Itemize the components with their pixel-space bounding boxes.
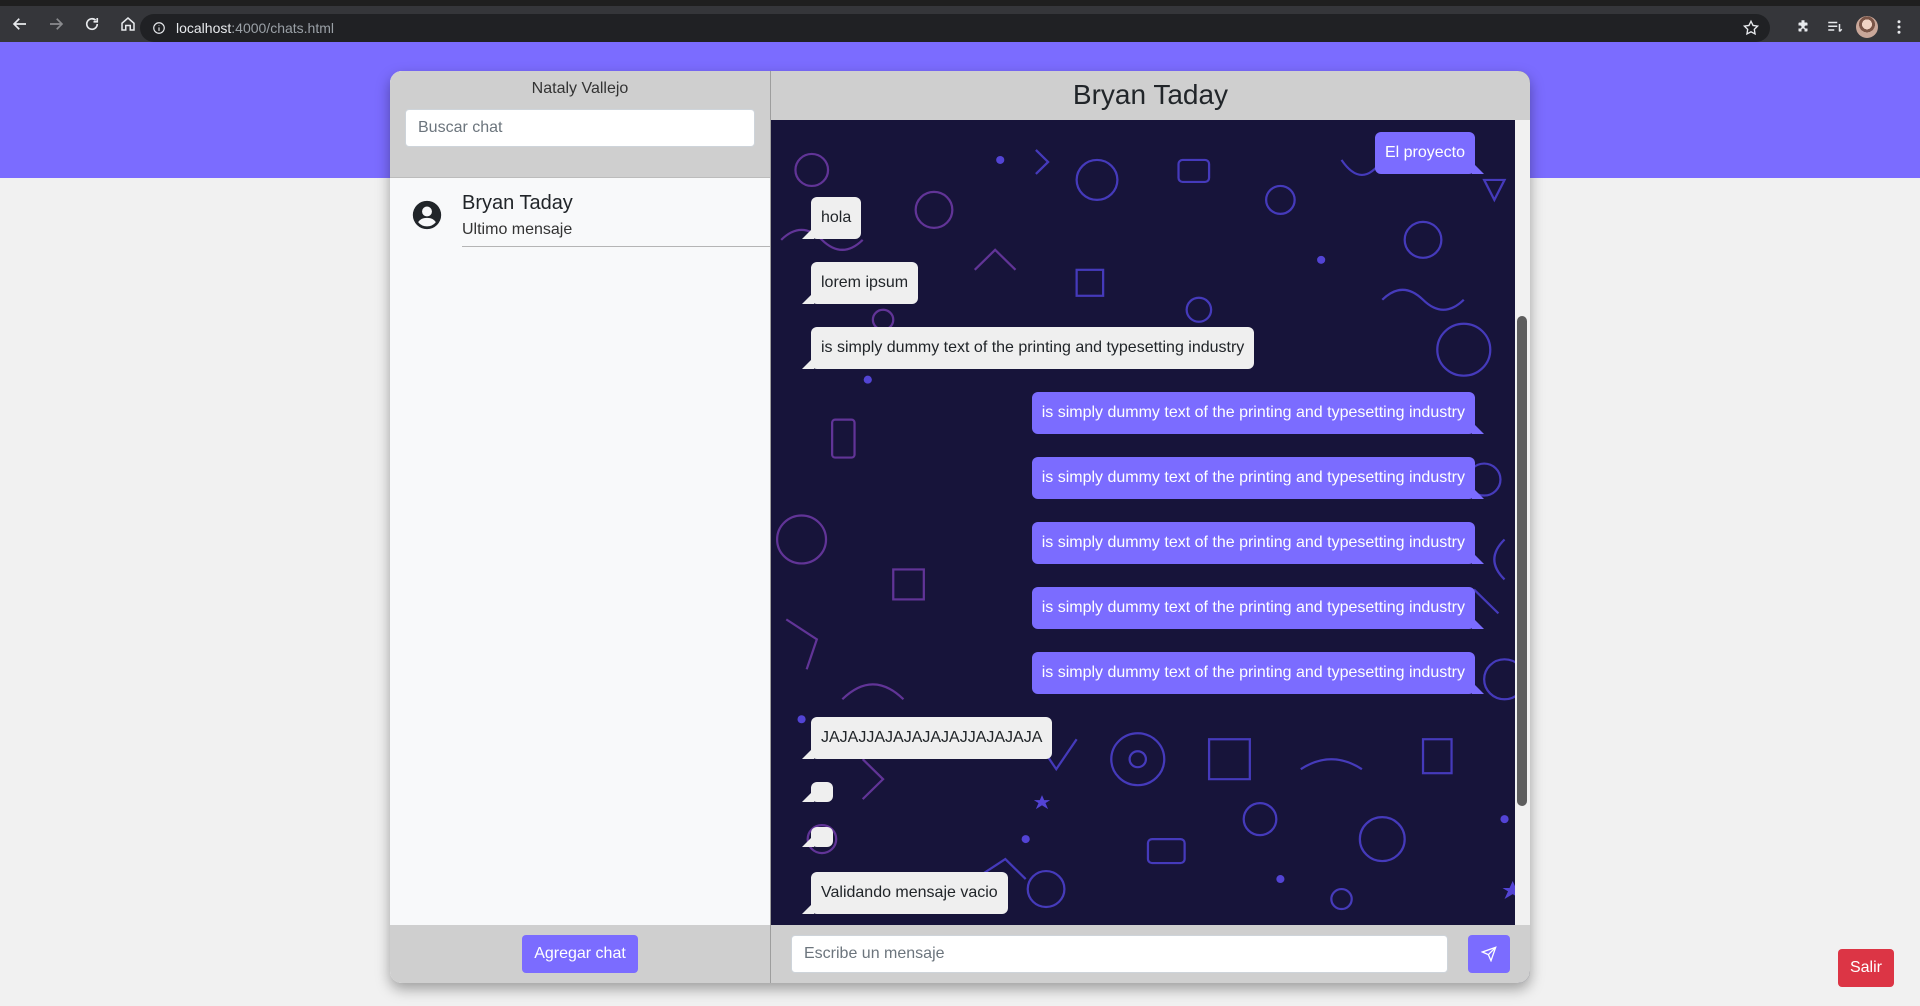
message-row: is simply dummy text of the printing and…: [801, 327, 1475, 369]
address-bar[interactable]: localhost:4000/chats.html: [140, 14, 1770, 42]
message-bubble-empty: [802, 782, 833, 802]
message-bubble-outgoing: is simply dummy text of the printing and…: [1031, 522, 1485, 564]
reload-icon[interactable]: [76, 8, 108, 40]
scrollbar-thumb[interactable]: [1517, 316, 1527, 806]
menu-icon[interactable]: [1888, 16, 1910, 38]
message-list: El proyecto hola lorem ipsum is simply d…: [771, 120, 1515, 925]
message-bubble-incoming: Validando mensaje vacio: [802, 872, 1008, 914]
message-bubble-outgoing: is simply dummy text of the printing and…: [1031, 652, 1485, 694]
message-bubble-outgoing: is simply dummy text of the printing and…: [1031, 457, 1485, 499]
message-row: is simply dummy text of the printing and…: [811, 457, 1485, 499]
message-row: is simply dummy text of the printing and…: [811, 522, 1485, 564]
extensions-icon[interactable]: [1792, 16, 1814, 38]
add-chat-button[interactable]: Agregar chat: [522, 935, 638, 973]
messages-scrollbar[interactable]: [1515, 120, 1530, 925]
profile-avatar[interactable]: [1856, 16, 1878, 38]
forward-icon[interactable]: [40, 8, 72, 40]
send-icon: [1481, 946, 1497, 962]
url-host: localhost: [176, 20, 232, 36]
message-row: lorem ipsum: [801, 262, 1475, 304]
message-row: El proyecto: [811, 132, 1485, 174]
back-icon[interactable]: [4, 8, 36, 40]
sidebar-header: Nataly Vallejo: [390, 71, 770, 178]
chat-item-text: Bryan Taday Ultimo mensaje: [462, 190, 770, 247]
message-row: Validando mensaje vacio: [802, 872, 1475, 914]
messages-area[interactable]: El proyecto hola lorem ipsum is simply d…: [771, 120, 1530, 925]
user-circle-icon: [412, 200, 442, 230]
star-icon[interactable]: [1742, 19, 1760, 37]
home-icon[interactable]: [112, 8, 144, 40]
message-bubble-outgoing: El proyecto: [1374, 132, 1485, 174]
message-row: JAJAJJAJAJAJAJAJJAJAJAJA: [801, 717, 1475, 759]
message-row: is simply dummy text of the printing and…: [811, 392, 1485, 434]
current-user-name: Nataly Vallejo: [531, 80, 629, 97]
message-row: is simply dummy text of the printing and…: [811, 587, 1485, 629]
chat-list-item[interactable]: Bryan Taday Ultimo mensaje: [390, 190, 770, 247]
composer: [771, 925, 1530, 983]
chat-item-last-message: Ultimo mensaje: [462, 221, 573, 238]
message-bubble-outgoing: is simply dummy text of the printing and…: [1031, 587, 1485, 629]
search-chat-input[interactable]: [405, 109, 755, 147]
send-button[interactable]: [1468, 935, 1510, 973]
message-bubble-outgoing: is simply dummy text of the printing and…: [1031, 392, 1485, 434]
message-bubble-incoming: is simply dummy text of the printing and…: [801, 327, 1255, 369]
chat-card: Nataly Vallejo Bryan Taday Ultimo mensaj…: [390, 71, 1530, 983]
info-icon[interactable]: [152, 21, 166, 35]
message-row: hola: [801, 197, 1475, 239]
browser-toolbar: localhost:4000/chats.html: [0, 0, 1920, 42]
page: Nataly Vallejo Bryan Taday Ultimo mensaj…: [0, 42, 1920, 1006]
logout-button[interactable]: Salir: [1837, 949, 1894, 987]
message-bubble-incoming: lorem ipsum: [801, 262, 919, 304]
chat-list: Bryan Taday Ultimo mensaje: [390, 178, 770, 925]
conversation-panel: Bryan Taday El proyecto hola lorem ipsum…: [771, 71, 1530, 983]
browser-actions: [1792, 16, 1910, 38]
url-path: :4000/chats.html: [231, 20, 334, 36]
message-row: is simply dummy text of the printing and…: [811, 652, 1485, 694]
chat-item-name: Bryan Taday: [462, 192, 573, 214]
message-bubble-incoming: hola: [801, 197, 862, 239]
chat-sidebar: Nataly Vallejo Bryan Taday Ultimo mensaj…: [390, 71, 771, 983]
conversation-title: Bryan Taday: [771, 71, 1530, 120]
message-input[interactable]: [791, 935, 1448, 973]
message-row: [802, 782, 1475, 802]
message-row: [802, 827, 1475, 847]
message-bubble-empty: [802, 827, 833, 847]
reading-list-icon[interactable]: [1824, 16, 1846, 38]
sidebar-footer: Agregar chat: [390, 925, 770, 983]
message-bubble-incoming: JAJAJJAJAJAJAJAJJAJAJAJA: [801, 717, 1053, 759]
